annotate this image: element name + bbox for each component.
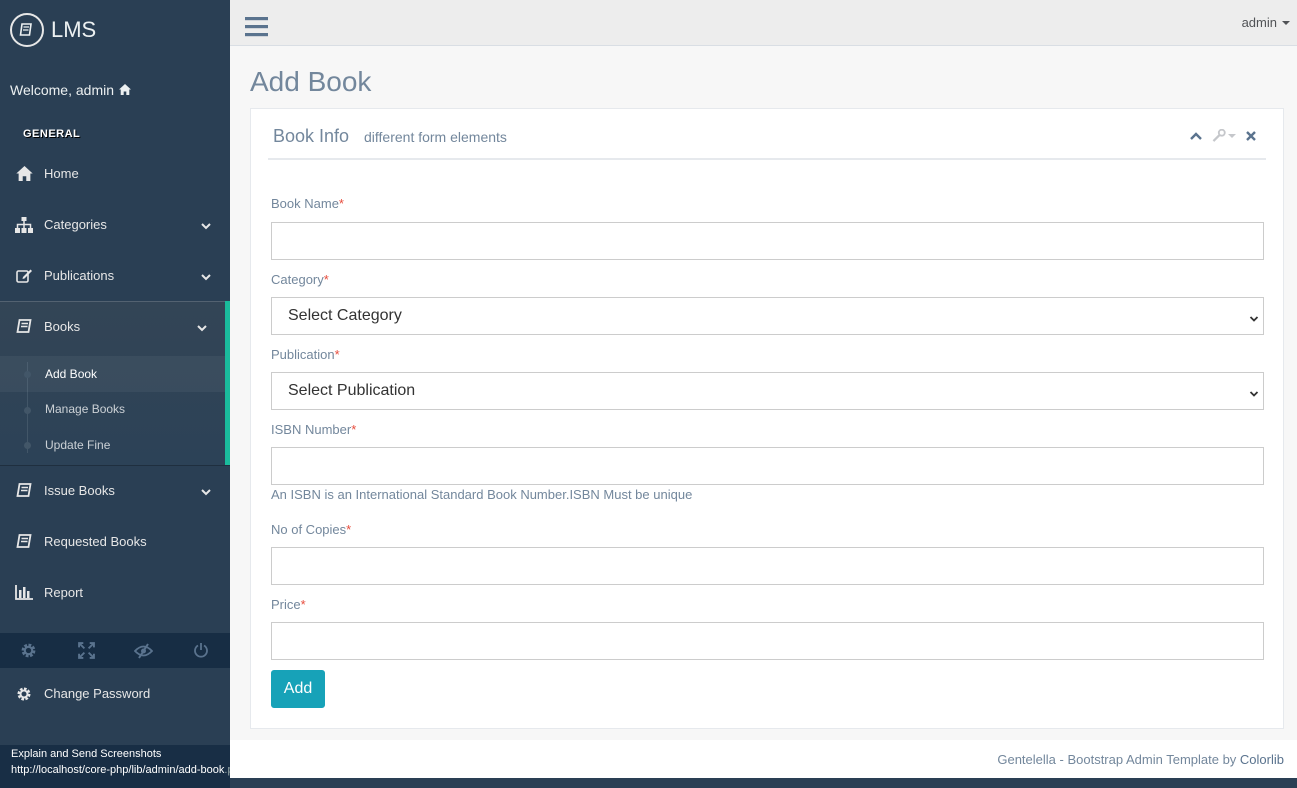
caret-down-icon: [1282, 20, 1290, 25]
footer-link[interactable]: Colorlib: [1240, 752, 1284, 767]
panel-subtitle: different form elements: [364, 129, 507, 145]
eye-slash-icon[interactable]: [115, 633, 173, 668]
collapse-icon[interactable]: [1190, 131, 1202, 140]
caret-down-icon: [1228, 133, 1236, 138]
sidebar-item-books[interactable]: Books: [0, 301, 225, 352]
price-input[interactable]: [271, 622, 1264, 660]
change-password-label: Change Password: [44, 686, 151, 701]
close-icon[interactable]: [1246, 130, 1256, 141]
category-label: Category*: [271, 272, 329, 287]
publication-label: Publication*: [271, 347, 340, 362]
settings-icon[interactable]: [0, 633, 58, 668]
sidebar-item-label: Issue Books: [44, 482, 115, 498]
page-footer: Gentelella - Bootstrap Admin Template by…: [230, 740, 1297, 778]
top-nav: admin: [230, 0, 1297, 46]
main-content: Add Book Book Info different form elemen…: [230, 46, 1297, 740]
isbn-label: ISBN Number*: [271, 422, 356, 437]
sitemap-icon: [15, 216, 33, 234]
required-mark: *: [323, 272, 329, 287]
book-name-label-text: Book Name: [271, 196, 339, 211]
sidebar-item-report[interactable]: Report: [0, 567, 230, 618]
footer-text: Gentelella - Bootstrap Admin Template by: [997, 752, 1240, 767]
required-mark: *: [334, 347, 340, 362]
chevron-down-icon: [1249, 386, 1259, 404]
publication-selected: Select Publication: [288, 382, 416, 399]
sidebar-item-categories[interactable]: Categories: [0, 199, 230, 250]
copies-label: No of Copies*: [271, 522, 351, 537]
sidebar-item-label: Requested Books: [44, 533, 147, 549]
sidebar-item-home[interactable]: Home: [0, 148, 230, 199]
book-icon: [15, 532, 33, 550]
required-mark: *: [346, 522, 352, 537]
isbn-label-text: ISBN Number: [271, 422, 352, 437]
wrench-icon[interactable]: [1212, 129, 1236, 142]
required-mark: *: [300, 597, 306, 612]
sidebar-item-label: Books: [44, 319, 81, 334]
bottom-strip: [230, 778, 1297, 788]
fullscreen-icon[interactable]: [58, 633, 116, 668]
welcome-label: Welcome, admin: [10, 82, 115, 98]
brand[interactable]: LMS: [0, 0, 230, 60]
sidebar-group-books: Books Add Book Manage Books Update Fine: [0, 301, 230, 465]
sidebar-item-label: Categories: [44, 217, 107, 232]
required-mark: *: [351, 422, 357, 437]
copies-label-text: No of Copies: [271, 522, 347, 537]
sidebar-item-add-book[interactable]: Add Book: [0, 356, 225, 392]
category-select[interactable]: Select Category: [271, 297, 1264, 335]
page-title: Add Book: [250, 66, 372, 97]
home-icon: [15, 165, 33, 183]
brand-title: LMS: [51, 17, 97, 42]
book-icon: [10, 13, 44, 47]
bar-chart-icon: [15, 583, 33, 601]
user-menu[interactable]: admin: [1242, 15, 1290, 30]
menu-section-title: GENERAL: [23, 128, 81, 140]
gear-icon: [15, 685, 33, 703]
book-icon: [15, 318, 33, 336]
edit-icon: [15, 267, 33, 285]
panel-toolbox: [1180, 129, 1256, 142]
user-name: admin: [1241, 15, 1277, 30]
category-label-text: Category: [271, 272, 324, 287]
sidebar-item-update-fine[interactable]: Update Fine: [0, 427, 225, 463]
menu-toggle-icon[interactable]: [245, 17, 268, 42]
isbn-help-text: An ISBN is an International Standard Boo…: [271, 487, 693, 502]
status-url: http://localhost/core-php/lib/admin/add-…: [11, 764, 246, 776]
sidebar-item-manage-books[interactable]: Manage Books: [0, 392, 225, 428]
home-icon: [119, 82, 132, 98]
status-url-main: http://localhost/core-php/lib/admin/add-…: [11, 764, 225, 776]
sidebar-item-label: Report: [44, 584, 84, 600]
footer-credit: Gentelella - Bootstrap Admin Template by…: [997, 752, 1284, 767]
chevron-down-icon: [197, 320, 207, 335]
publication-select[interactable]: Select Publication: [271, 372, 1264, 410]
panel-title: Book Info: [273, 126, 350, 146]
chevron-down-icon: [201, 484, 211, 499]
status-tooltip: Explain and Send Screenshots: [11, 748, 162, 760]
required-mark: *: [338, 196, 344, 211]
price-label-text: Price: [271, 597, 301, 612]
welcome-text: Welcome, admin: [0, 60, 230, 120]
change-password-link[interactable]: Change Password: [0, 668, 230, 719]
book-icon: [15, 481, 33, 499]
book-name-input[interactable]: [271, 222, 1264, 260]
panel-header: Book Info different form elements: [268, 109, 1266, 160]
chevron-down-icon: [1249, 311, 1259, 329]
sidebar-item-label: Publications: [44, 268, 115, 283]
category-selected: Select Category: [288, 307, 402, 324]
price-label: Price*: [271, 597, 306, 612]
book-name-label: Book Name*: [271, 196, 344, 211]
add-button[interactable]: Add: [271, 670, 325, 708]
copies-input[interactable]: [271, 547, 1264, 585]
isbn-input[interactable]: [271, 447, 1264, 485]
sidebar-item-requested-books[interactable]: Requested Books: [0, 516, 230, 567]
sidebar-item-publications[interactable]: Publications: [0, 250, 230, 301]
sidebar-item-issue-books[interactable]: Issue Books: [0, 465, 230, 516]
sidebar-item-label: Home: [44, 166, 79, 181]
power-icon[interactable]: [173, 633, 231, 668]
publication-label-text: Publication: [271, 347, 335, 362]
chevron-down-icon: [201, 218, 211, 233]
chevron-down-icon: [201, 269, 211, 284]
book-info-panel: Book Info different form elements Book N…: [250, 108, 1284, 729]
sidebar-footer: [0, 633, 230, 668]
books-submenu: Add Book Manage Books Update Fine: [0, 352, 225, 465]
